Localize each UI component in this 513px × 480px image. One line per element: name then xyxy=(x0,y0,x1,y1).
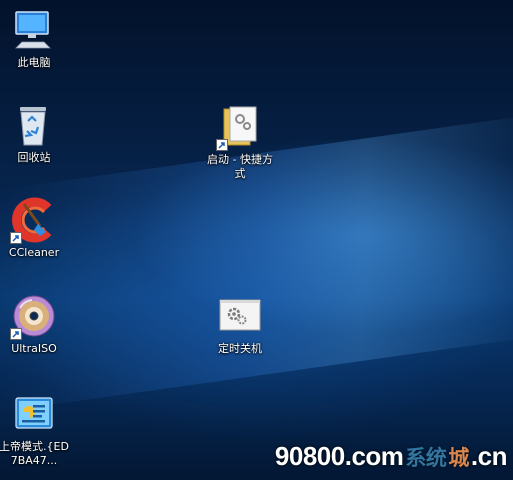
control-panel-icon xyxy=(10,390,58,438)
gear-window-icon xyxy=(216,292,264,340)
desktop-icon-ccleaner[interactable]: CCleaner xyxy=(0,196,71,260)
watermark-domain-cn: .cn xyxy=(470,441,508,471)
desktop-icon-label: 回收站 xyxy=(17,151,51,164)
desktop-icon-label: 定时关机 xyxy=(218,342,262,355)
desktop-icon-label: 启动 - 快捷方式 xyxy=(207,153,273,180)
desktop-icon-startup-shortcut[interactable]: 启动 - 快捷方式 xyxy=(203,103,277,181)
computer-icon xyxy=(10,6,58,54)
folder-icon xyxy=(216,103,264,151)
desktop-icon-label: 上帝模式.{ED7BA47... xyxy=(0,440,69,467)
desktop-icon-recycle-bin[interactable]: 回收站 xyxy=(0,101,71,165)
desktop-icon-god-mode[interactable]: 上帝模式.{ED7BA47... xyxy=(0,390,71,468)
desktop-icon-label: CCleaner xyxy=(8,246,60,259)
site-watermark: 90800.com系统城.cn xyxy=(274,441,508,472)
watermark-overlay-char: 城 xyxy=(448,447,469,470)
desktop-icon-scheduled-shutdown[interactable]: 定时关机 xyxy=(203,292,277,356)
watermark-domain-com: .com xyxy=(344,441,404,471)
desktop-icon-ultraiso[interactable]: UltraISO xyxy=(0,292,71,356)
disc-icon xyxy=(10,292,58,340)
watermark-overlay-text: 系统 xyxy=(405,447,447,470)
desktop-icon-label: UltraISO xyxy=(11,342,57,355)
recycle-bin-icon xyxy=(10,101,58,149)
shortcut-arrow-icon xyxy=(10,328,22,340)
desktop-icon-this-pc[interactable]: 此电脑 xyxy=(0,6,71,70)
watermark-domain-main: 90800 xyxy=(274,441,345,471)
desktop-icon-label: 此电脑 xyxy=(17,56,51,69)
ccleaner-icon xyxy=(10,196,58,244)
shortcut-arrow-icon xyxy=(10,232,22,244)
shortcut-arrow-icon xyxy=(216,139,228,151)
